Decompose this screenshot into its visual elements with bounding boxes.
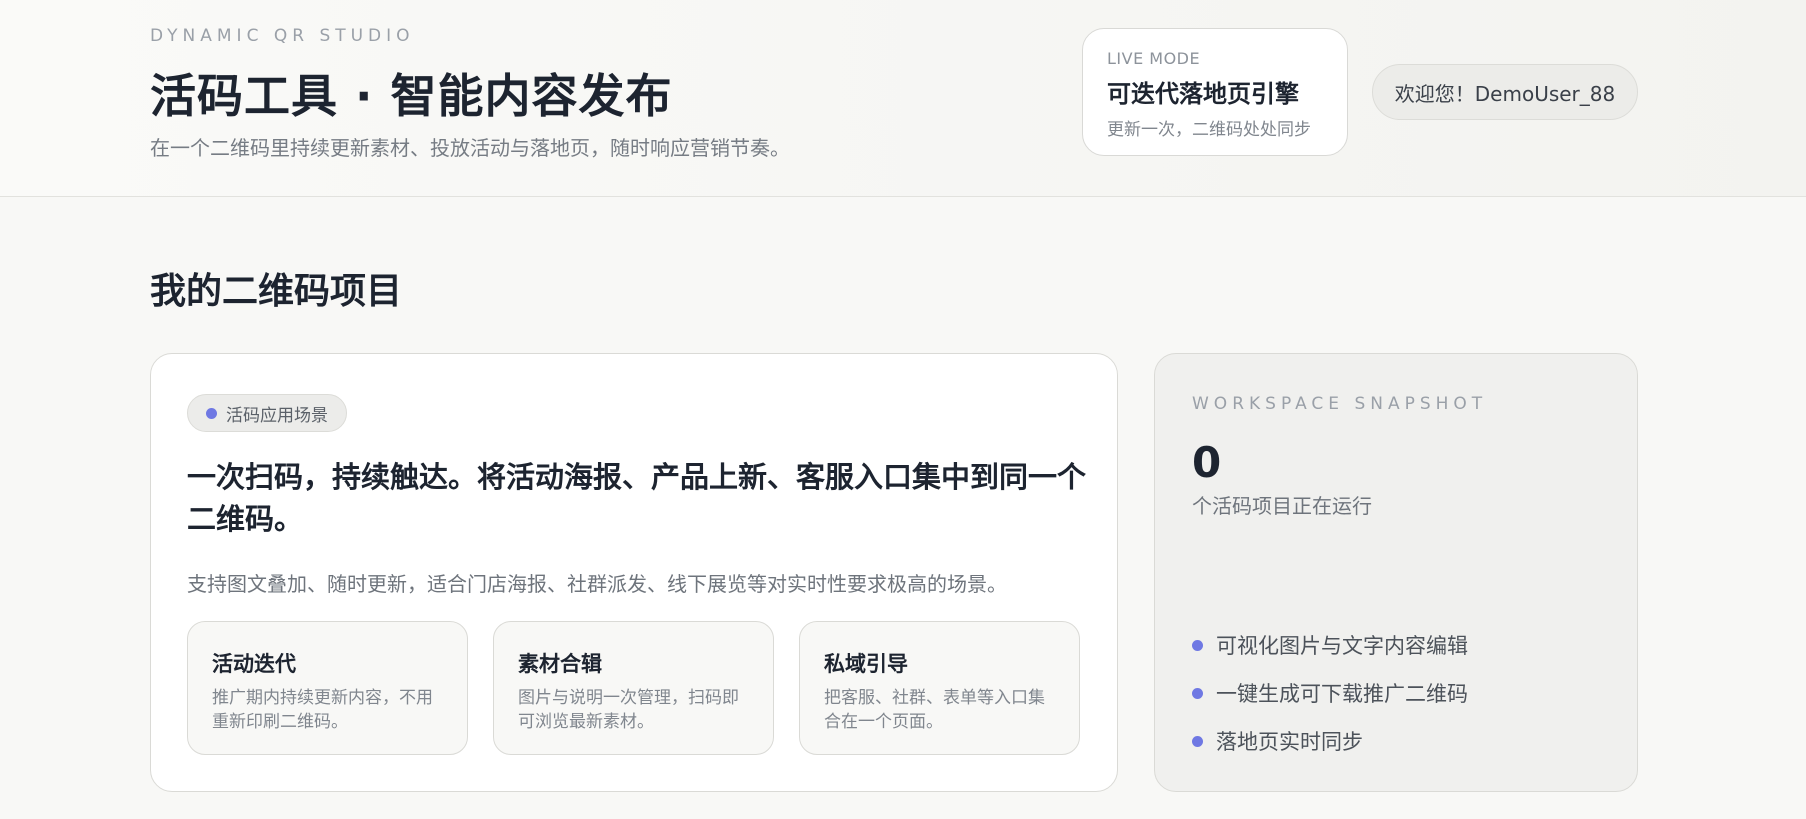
scenario-description: 支持图文叠加、随时更新，适合门店海报、社群派发、线下展览等对实时性要求极高的场景…	[187, 572, 1007, 596]
feature-card-private-traffic: 私域引导 把客服、社群、表单等入口集合在一个页面。	[799, 621, 1080, 755]
bullet-dot-icon	[1192, 735, 1203, 747]
snapshot-bullet: 一键生成可下载推广二维码	[1192, 678, 1468, 708]
user-welcome-button[interactable]: 欢迎您！DemoUser_88	[1372, 64, 1638, 120]
snapshot-bullet-label: 一键生成可下载推广二维码	[1216, 682, 1468, 706]
scenario-tag-label: 活码应用场景	[226, 405, 328, 426]
live-mode-title: 可迭代落地页引擎	[1107, 80, 1299, 108]
feature-description: 推广期内持续更新内容，不用重新印刷二维码。	[212, 688, 433, 732]
page-header: DYNAMIC QR STUDIO 活码工具 · 智能内容发布 在一个二维码里持…	[0, 0, 1806, 197]
feature-description: 图片与说明一次管理，扫码即可浏览最新素材。	[518, 688, 739, 732]
snapshot-eyebrow: WORKSPACE SNAPSHOT	[1192, 394, 1488, 414]
scenario-headline: 一次扫码，持续触达。将活动海报、产品上新、客服入口集中到同一个二维码。	[187, 460, 1087, 536]
snapshot-bullet: 可视化图片与文字内容编辑	[1192, 630, 1468, 660]
feature-card-campaign: 活动迭代 推广期内持续更新内容，不用重新印刷二维码。	[187, 621, 468, 755]
bullet-dot-icon	[1192, 639, 1203, 651]
feature-title: 活动迭代	[212, 652, 296, 676]
active-project-count: 0	[1192, 438, 1222, 487]
bullet-dot-icon	[1192, 687, 1203, 699]
tag-dot-icon	[206, 408, 217, 419]
section-title: 我的二维码项目	[150, 271, 403, 312]
snapshot-bullet-label: 落地页实时同步	[1216, 730, 1363, 754]
snapshot-bullet: 落地页实时同步	[1192, 726, 1363, 756]
scenario-tag: 活码应用场景	[187, 394, 347, 432]
page-title: 活码工具 · 智能内容发布	[150, 69, 673, 123]
snapshot-bullet-label: 可视化图片与文字内容编辑	[1216, 634, 1468, 658]
scenario-card: 活码应用场景 一次扫码，持续触达。将活动海报、产品上新、客服入口集中到同一个二维…	[150, 353, 1118, 792]
live-mode-eyebrow: LIVE MODE	[1107, 49, 1201, 68]
active-project-count-label: 个活码项目正在运行	[1192, 494, 1372, 518]
workspace-snapshot-card: WORKSPACE SNAPSHOT 0 个活码项目正在运行 可视化图片与文字内…	[1154, 353, 1638, 792]
feature-card-assets: 素材合辑 图片与说明一次管理，扫码即可浏览最新素材。	[493, 621, 774, 755]
brand-eyebrow: DYNAMIC QR STUDIO	[150, 26, 415, 46]
feature-title: 私域引导	[824, 652, 908, 676]
page-subtitle: 在一个二维码里持续更新素材、投放活动与落地页，随时响应营销节奏。	[150, 136, 790, 160]
live-mode-subtitle: 更新一次，二维码处处同步	[1107, 120, 1311, 140]
feature-description: 把客服、社群、表单等入口集合在一个页面。	[824, 688, 1045, 732]
feature-title: 素材合辑	[518, 652, 602, 676]
live-mode-card: LIVE MODE 可迭代落地页引擎 更新一次，二维码处处同步	[1082, 28, 1348, 156]
